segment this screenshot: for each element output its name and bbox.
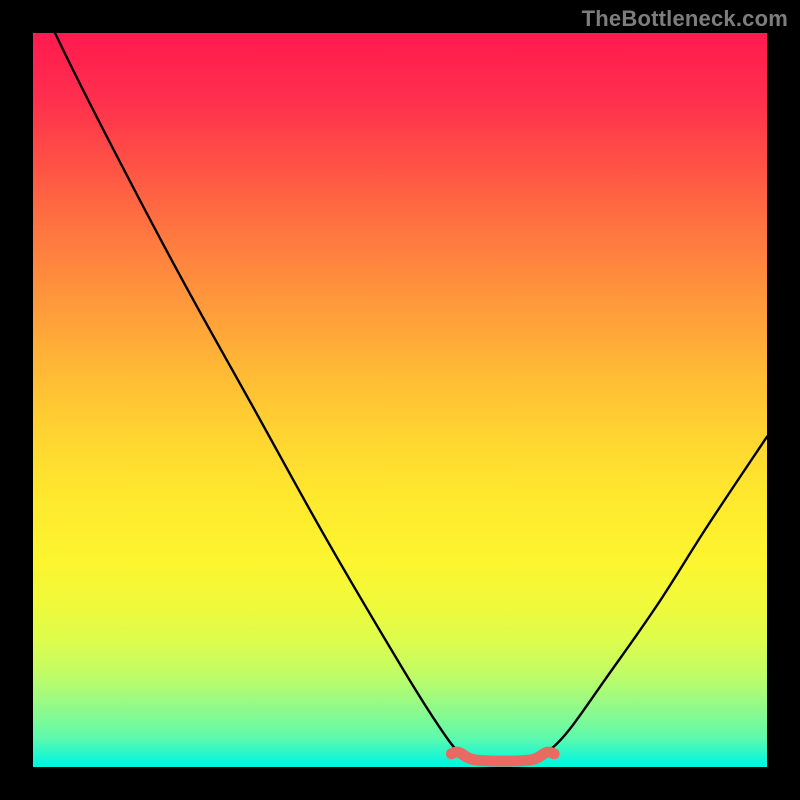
chart-curve-layer — [33, 33, 767, 767]
bottleneck-curve — [33, 33, 767, 761]
chart-plot-area — [33, 33, 767, 767]
bottleneck-valley-highlight — [451, 752, 554, 761]
attribution-text: TheBottleneck.com — [582, 6, 788, 32]
